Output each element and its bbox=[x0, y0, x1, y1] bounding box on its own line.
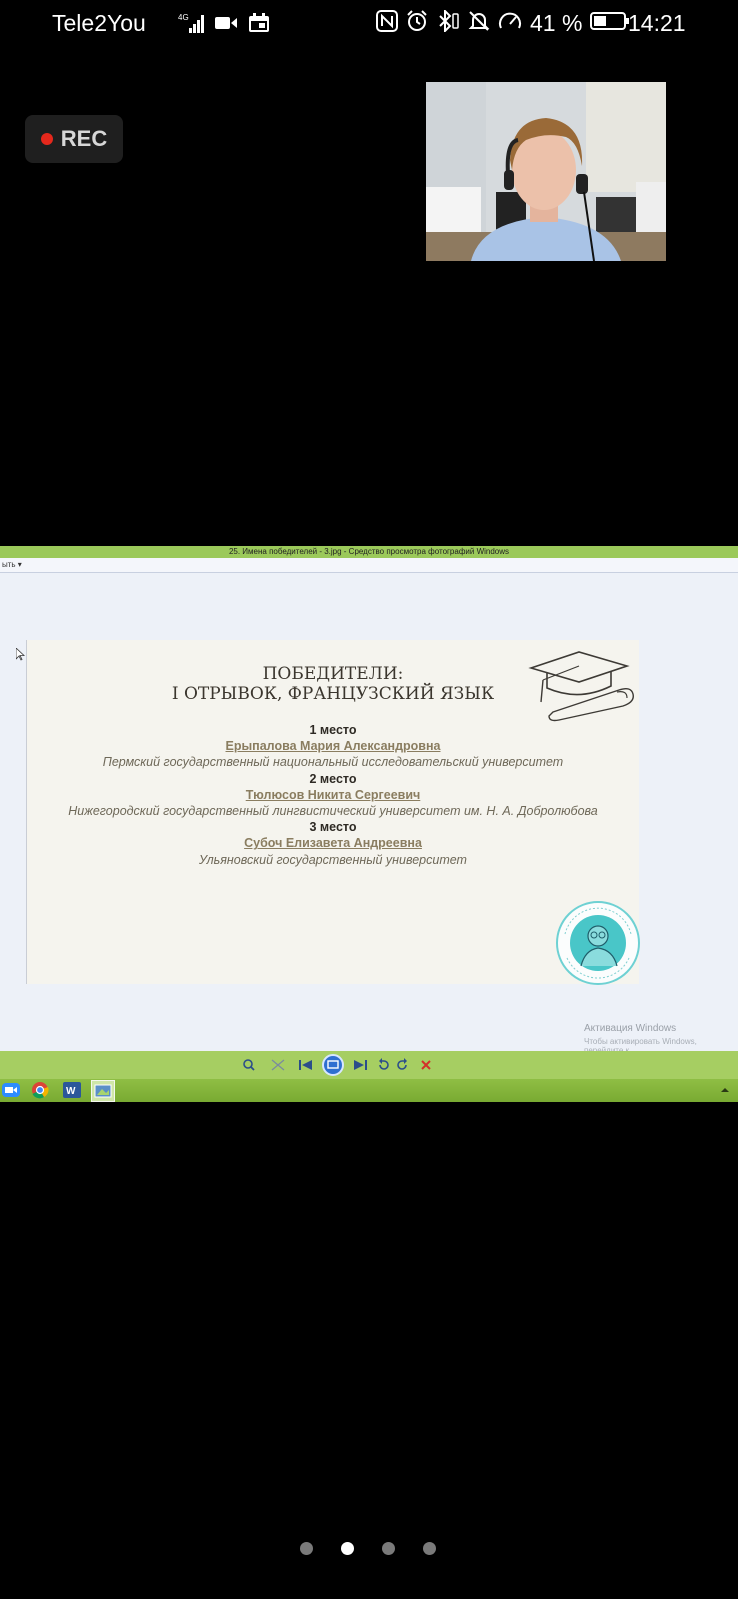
photo-viewer-controls bbox=[0, 1051, 738, 1079]
slide-image: ПОБЕДИТЕЛИ: I ОТРЫВОК, ФРАНЦУЗСКИЙ ЯЗЫК … bbox=[26, 640, 640, 985]
mouse-cursor-icon bbox=[15, 647, 26, 666]
chrome-icon[interactable] bbox=[29, 1080, 51, 1100]
place-label: 1 место bbox=[309, 723, 357, 737]
slide-title: ПОБЕДИТЕЛИ: I ОТРЫВОК, ФРАНЦУЗСКИЙ ЯЗЫК bbox=[27, 664, 639, 704]
signal-icon: 4G bbox=[178, 12, 204, 39]
next-icon[interactable] bbox=[352, 1058, 368, 1072]
zoom-app-icon[interactable] bbox=[0, 1080, 22, 1100]
page-dot[interactable] bbox=[423, 1542, 436, 1555]
video-camera-icon bbox=[214, 14, 238, 37]
participant-video-feed bbox=[426, 82, 666, 261]
alarm-icon bbox=[406, 10, 428, 37]
tray-arrow-icon[interactable] bbox=[714, 1080, 736, 1100]
window-menu: ыть ▾ bbox=[0, 558, 738, 573]
page-indicator bbox=[0, 1539, 738, 1559]
previous-icon[interactable] bbox=[298, 1058, 314, 1072]
zoom-icon[interactable] bbox=[242, 1058, 258, 1072]
calendar-icon bbox=[248, 13, 270, 38]
participant-video-tile[interactable] bbox=[426, 82, 666, 261]
mute-icon bbox=[468, 10, 490, 37]
photo-viewer-taskbar-icon[interactable] bbox=[91, 1080, 115, 1102]
page-dot[interactable] bbox=[300, 1542, 313, 1555]
status-icons-left: 4G bbox=[178, 12, 270, 39]
battery-icon bbox=[590, 11, 630, 36]
page-dot-active[interactable] bbox=[341, 1542, 354, 1555]
speed-icon bbox=[498, 10, 522, 37]
bluetooth-icon bbox=[436, 8, 460, 37]
page-dot[interactable] bbox=[382, 1542, 395, 1555]
winner-name: Ерыпалова Мария Александровна bbox=[225, 739, 441, 754]
window-title: 25. Имена победителей - 3.jpg - Средство… bbox=[0, 546, 738, 558]
slide-title-line-2: I ОТРЫВОК, ФРАНЦУЗСКИЙ ЯЗЫК bbox=[171, 684, 495, 704]
record-dot-icon bbox=[40, 133, 53, 145]
place-label: 3 место bbox=[309, 820, 357, 835]
carrier-name: Tele2You bbox=[52, 10, 146, 36]
windows-activation-title: Активация Windows bbox=[584, 1023, 677, 1034]
battery-percent: 41 % bbox=[530, 10, 583, 36]
slideshow-icon bbox=[327, 1060, 339, 1069]
menu-item-open[interactable]: ыть ▾ bbox=[2, 560, 22, 569]
contest-seal-logo bbox=[555, 900, 641, 991]
winner-university: Пермский государственный национальный ис… bbox=[102, 755, 564, 770]
winners-list: 1 место Ерыпалова Мария Александровна Пе… bbox=[27, 722, 639, 868]
place-label: 2 место bbox=[309, 771, 357, 786]
slide-title-line-1: ПОБЕДИТЕЛИ: bbox=[262, 664, 404, 684]
winner-university: Нижегородский государственный лингвистич… bbox=[68, 804, 598, 819]
nfc-icon bbox=[376, 10, 398, 37]
rotate-left-icon[interactable] bbox=[376, 1058, 392, 1072]
actual-size-icon[interactable] bbox=[270, 1058, 286, 1072]
slideshow-button[interactable] bbox=[322, 1054, 344, 1076]
clock: 14:21 bbox=[628, 10, 686, 36]
svg-text:W: W bbox=[66, 1086, 76, 1097]
winner-name: Субоч Елизавета Андреевна bbox=[244, 836, 422, 851]
delete-icon[interactable] bbox=[418, 1058, 434, 1072]
status-bar: Tele2You 4G 41 % 14:21 bbox=[0, 0, 738, 50]
winner-university: Ульяновский государственный университет bbox=[199, 852, 467, 867]
recording-indicator[interactable]: REC bbox=[25, 115, 123, 163]
status-icons-right: 41 % bbox=[376, 8, 630, 37]
recording-label: REC bbox=[60, 126, 108, 151]
winner-name: Тюлюсов Никита Сергеевич bbox=[245, 787, 421, 802]
svg-text:4G: 4G bbox=[178, 13, 189, 22]
rotate-right-icon[interactable] bbox=[394, 1058, 410, 1072]
word-icon[interactable]: W bbox=[61, 1080, 83, 1100]
